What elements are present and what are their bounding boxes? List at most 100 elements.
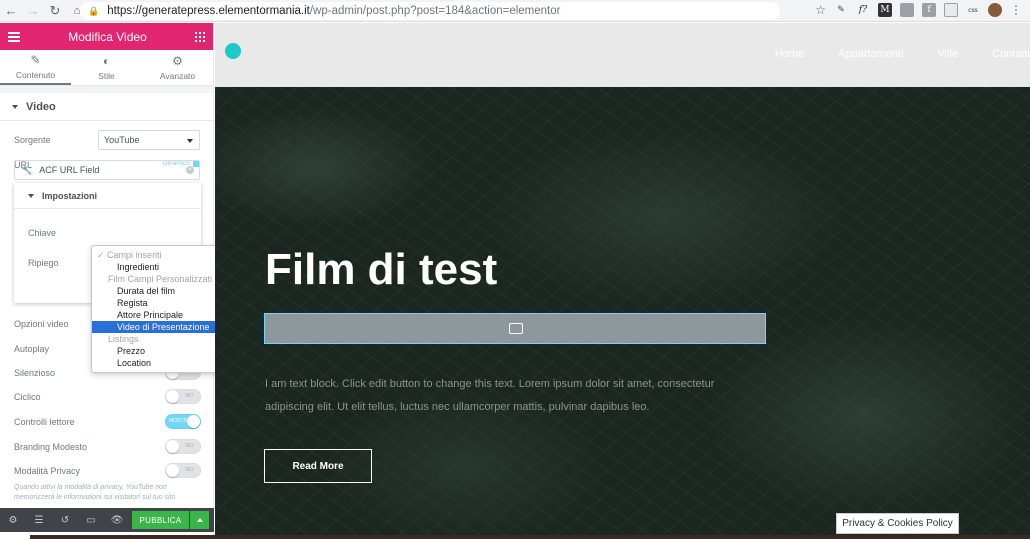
- site-header: Home Appartamenti Ville Contatti: [215, 23, 1030, 87]
- branding-modesto-toggle[interactable]: NO: [165, 439, 201, 454]
- hamburger-icon[interactable]: [8, 31, 20, 42]
- opzioni-video-title: Opzioni video: [14, 319, 69, 329]
- image-extension-icon[interactable]: [900, 3, 914, 17]
- toggle-state: NO: [185, 393, 194, 399]
- url-dynamic-field[interactable]: 🔧 ACF URL Field ×: [14, 160, 200, 180]
- modalita-privacy-toggle[interactable]: NO: [165, 463, 201, 478]
- toggle-label: Ciclico: [14, 392, 41, 402]
- extensions: ☆ ✎ f? M f css ⋮: [815, 3, 1022, 17]
- dropdown-option[interactable]: Location: [92, 357, 225, 369]
- dropdown-option[interactable]: Attore Principale: [92, 309, 225, 321]
- dropdown-option[interactable]: Regista: [92, 297, 225, 309]
- menu-dots-icon[interactable]: ⋮: [1010, 3, 1022, 17]
- controlli-lettore-row: Controlli lettore MOSTRA: [0, 413, 214, 433]
- tab-label: Stile: [98, 71, 115, 81]
- facebook-extension-icon[interactable]: f: [922, 3, 936, 17]
- star-icon[interactable]: ☆: [815, 3, 826, 17]
- toggle-knob: [166, 440, 179, 453]
- pencil-icon: ✎: [30, 53, 41, 67]
- page-preview: Home Appartamenti Ville Contatti Film di…: [215, 23, 1030, 539]
- toggle-knob: [166, 464, 179, 477]
- gear-icon: ⚙: [172, 54, 183, 68]
- tab-label: Contenuto: [15, 70, 56, 80]
- back-icon[interactable]: ←: [0, 0, 22, 22]
- responsive-desktop-icon[interactable]: ▭: [78, 508, 104, 532]
- preview-eye-icon[interactable]: 👁: [104, 508, 130, 532]
- navigator-layers-icon[interactable]: ☰: [26, 508, 52, 532]
- privacy-cookies-button[interactable]: Privacy & Cookies Policy: [836, 513, 959, 534]
- chiave-dropdown[interactable]: ✓ Campi inseriti Ingredienti Film Campi …: [91, 245, 226, 373]
- publish-options-button[interactable]: [190, 511, 209, 529]
- dropdown-group-label: Listings: [108, 334, 139, 344]
- video-camera-icon: [509, 323, 523, 334]
- publish-button[interactable]: PUBBLICA: [132, 511, 189, 529]
- hero-title[interactable]: Film di test: [265, 245, 497, 295]
- checkmark-icon: ✓: [97, 250, 108, 260]
- hero-text[interactable]: I am text block. Click edit button to ch…: [265, 373, 765, 419]
- section-video-toggle[interactable]: Video: [0, 93, 213, 121]
- dropdown-option[interactable]: Durata del film: [92, 285, 225, 297]
- font-icon[interactable]: f?: [856, 3, 870, 17]
- clear-icon[interactable]: ×: [186, 166, 194, 174]
- bottom-strip: [30, 535, 1030, 539]
- read-more-button[interactable]: Read More: [264, 449, 372, 483]
- chevron-down-icon: [187, 139, 193, 143]
- url-field-value: ACF URL Field: [39, 165, 100, 175]
- toggle-knob: [166, 390, 179, 403]
- section-gap: [0, 86, 213, 93]
- nav-ville[interactable]: Ville: [937, 48, 958, 60]
- nav-home[interactable]: Home: [775, 48, 804, 60]
- panel-footer: ⚙ ☰ ↺ ▭ 👁 PUBBLICA: [0, 508, 214, 532]
- site-logo[interactable]: [225, 43, 241, 59]
- toggle-label: Modalità Privacy: [14, 466, 81, 476]
- widgets-grid-icon[interactable]: [195, 31, 205, 42]
- browser-toolbar: ← → ↻ ⌂ 🔒 https://generatepress.elemento…: [0, 0, 1030, 22]
- nav-contatti[interactable]: Contatti: [992, 48, 1030, 60]
- caret-down-icon: [28, 193, 34, 198]
- tab-label: Avanzato: [159, 71, 196, 81]
- tab-contenuto[interactable]: ✎ Contenuto: [0, 50, 71, 85]
- modalita-privacy-row: Modalità Privacy NO: [0, 462, 214, 482]
- privacy-help-text: Quando attivi la modalità di privacy, Yo…: [14, 484, 176, 501]
- tab-stile[interactable]: ◐ Stile: [71, 50, 142, 85]
- eyedropper-icon[interactable]: ✎: [834, 3, 848, 17]
- m-extension-icon[interactable]: M: [878, 3, 892, 17]
- sorgente-label: Sorgente: [14, 134, 51, 145]
- dropdown-option-selected[interactable]: Video di Presentazione: [92, 321, 225, 333]
- site-nav: Home Appartamenti Ville Contatti: [775, 48, 1030, 60]
- dropdown-group-label: ✓ Campi inseriti: [97, 250, 162, 260]
- forward-icon[interactable]: →: [22, 0, 44, 22]
- impostazioni-title: Impostazioni: [42, 190, 98, 201]
- tab-avanzato[interactable]: ⚙ Avanzato: [142, 50, 213, 85]
- panel-tabs: ✎ Contenuto ◐ Stile ⚙ Avanzato: [0, 50, 213, 86]
- panel-header: Modifica Video: [0, 23, 213, 50]
- half-circle-icon: ◐: [102, 54, 111, 68]
- address-bar[interactable]: 🔒 https://generatepress.elementormania.i…: [80, 2, 780, 20]
- toggle-state: MOSTRA: [169, 418, 191, 424]
- chevron-up-icon: [196, 518, 203, 522]
- video-widget-placeholder[interactable]: [264, 313, 766, 344]
- chiave-label: Chiave: [28, 228, 57, 238]
- toggle-state: NO: [185, 467, 194, 473]
- reload-icon[interactable]: ↻: [44, 0, 66, 22]
- controlli-lettore-toggle[interactable]: MOSTRA: [165, 414, 201, 429]
- wrench-icon[interactable]: 🔧: [21, 165, 32, 176]
- settings-gear-icon[interactable]: ⚙: [0, 508, 26, 532]
- nav-appartamenti[interactable]: Appartamenti: [838, 48, 903, 60]
- history-icon[interactable]: ↺: [52, 508, 78, 532]
- sorgente-select[interactable]: YouTube: [98, 130, 200, 150]
- ripiego-label: Ripiego: [28, 258, 59, 268]
- ciclico-row: Ciclico NO: [0, 388, 214, 408]
- section-title: Video: [26, 100, 56, 113]
- dropdown-option[interactable]: Ingredienti: [92, 261, 225, 273]
- toggle-label: Branding Modesto: [14, 442, 88, 452]
- impostazioni-header[interactable]: Impostazioni: [14, 183, 201, 209]
- toggle-label: Controlli lettore: [14, 417, 75, 427]
- avatar[interactable]: [988, 3, 1002, 17]
- calendar-extension-icon[interactable]: [944, 3, 958, 17]
- dropdown-option[interactable]: Prezzo: [92, 345, 225, 357]
- css-extension-icon[interactable]: css: [966, 3, 980, 17]
- caret-down-icon: [12, 104, 18, 109]
- sorgente-value: YouTube: [104, 135, 140, 145]
- ciclico-toggle[interactable]: NO: [165, 389, 201, 404]
